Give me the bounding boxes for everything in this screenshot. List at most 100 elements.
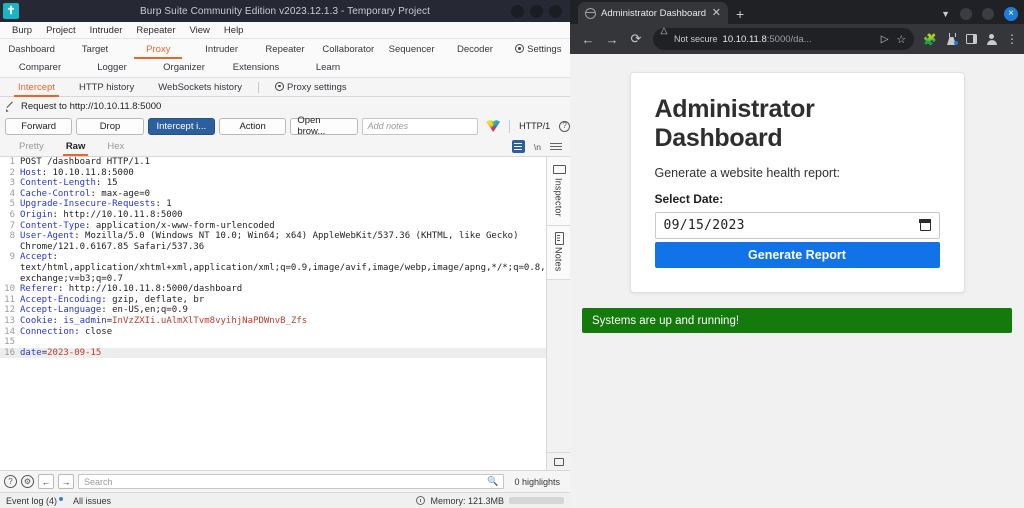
intercept-toggle-button[interactable]: Intercept i...	[147, 117, 215, 135]
tab-settings-label: Settings	[527, 44, 562, 55]
format-doc-icon[interactable]	[511, 140, 525, 153]
tab-learn[interactable]: Learn	[292, 59, 364, 77]
side-panel-icon[interactable]	[966, 34, 977, 44]
burp-maximize-button[interactable]	[530, 4, 543, 18]
add-notes-input[interactable]: Add notes	[361, 117, 479, 135]
request-line: 12 Accept-Language: en-US,en;q=0.9	[0, 305, 546, 316]
raw-request-editor[interactable]: 1 POST /dashboard HTTP/1.1 2 Host: 10.10.11…	[0, 157, 546, 470]
request-line-text: Connection: close	[20, 326, 113, 337]
sidetab-notes[interactable]: Notes	[547, 225, 570, 281]
request-line: 15	[0, 337, 546, 348]
sidetab-inspector[interactable]: Inspector	[547, 157, 570, 226]
minimize-button[interactable]	[960, 8, 972, 20]
line-number: 16	[4, 347, 15, 358]
chrome-toolbar: ← → ⟳ Not secure 10.10.11.8:5000/da... ▷…	[570, 24, 1024, 54]
share-icon[interactable]: ▷	[881, 34, 889, 45]
tab-decoder[interactable]: Decoder	[443, 41, 506, 59]
subtab-intercept[interactable]: Intercept	[6, 78, 67, 97]
close-icon[interactable]: ✕	[712, 7, 721, 19]
tab-proxy[interactable]: Proxy	[127, 41, 190, 59]
search-input[interactable]: Search 🔍	[78, 474, 505, 489]
tab-target[interactable]: Target	[63, 41, 126, 59]
close-window-button[interactable]: ×	[1004, 7, 1018, 21]
status-banner: Systems are up and running!	[582, 308, 1012, 333]
event-log-label: Event log (4)	[6, 495, 58, 506]
tab-dashboard[interactable]: Dashboard	[0, 41, 63, 59]
view-tab-hex[interactable]: Hex	[96, 137, 135, 156]
reload-icon[interactable]: ⟳	[624, 27, 648, 51]
tab-sequencer[interactable]: Sequencer	[380, 41, 443, 59]
kebab-menu-icon[interactable]: ⋮	[1006, 33, 1018, 45]
line-number: 9	[9, 252, 15, 263]
all-issues-link[interactable]: All issues	[73, 496, 111, 506]
tab-organizer[interactable]: Organizer	[148, 59, 220, 77]
flask-icon[interactable]	[946, 33, 958, 45]
view-tab-raw[interactable]: Raw	[55, 137, 97, 156]
subtab-http-history[interactable]: HTTP history	[67, 78, 146, 97]
forward-button[interactable]: Forward	[5, 117, 73, 135]
menu-item-help[interactable]: Help	[217, 22, 251, 39]
tab-settings[interactable]: Settings	[507, 41, 570, 59]
tab-collaborator[interactable]: Collaborator	[317, 41, 380, 59]
puzzle-icon[interactable]: 🧩	[923, 33, 937, 46]
tab-intruder[interactable]: Intruder	[190, 41, 253, 59]
generate-report-button[interactable]: Generate Report	[654, 242, 940, 268]
print-button[interactable]	[547, 452, 570, 470]
menu-item-intruder[interactable]: Intruder	[83, 22, 130, 39]
help-icon[interactable]: ?	[559, 120, 570, 132]
tab-extensions[interactable]: Extensions	[220, 59, 292, 77]
tab-logger[interactable]: Logger	[76, 59, 148, 77]
request-line: 7 Content-Type: application/x-www-form-ur…	[0, 221, 546, 232]
date-input[interactable]: 09/15/2023	[654, 212, 940, 239]
address-bar[interactable]: Not secure 10.10.11.8:5000/da... ▷ ☆	[653, 26, 915, 50]
burp-minimize-button[interactable]	[511, 4, 524, 18]
menu-item-view[interactable]: View	[183, 22, 217, 39]
search-help-icon[interactable]: ?	[4, 475, 17, 488]
tab-comparer[interactable]: Comparer	[4, 59, 76, 77]
drop-button[interactable]: Drop	[76, 117, 144, 135]
open-browser-button[interactable]: Open brow...	[290, 115, 358, 137]
sidetab-inspector-label: Inspector	[553, 178, 564, 217]
wrap-lines-icon[interactable]	[550, 142, 562, 152]
menu-item-project[interactable]: Project	[39, 22, 83, 39]
menu-item-repeater[interactable]: Repeater	[129, 22, 182, 39]
forward-arrow-icon[interactable]: →	[600, 27, 624, 51]
menu-item-burp[interactable]: Burp	[5, 22, 39, 39]
back-arrow-icon[interactable]: ←	[576, 27, 600, 51]
highlight-color-icon[interactable]	[486, 120, 501, 132]
request-line-text: Cookie: is_admin=InVzZXIi.uAlmXlTvm8vyih…	[20, 315, 308, 326]
line-number: 4	[9, 188, 15, 199]
avatar-icon[interactable]	[986, 33, 997, 45]
gear-icon	[515, 44, 525, 53]
action-button[interactable]: Action	[218, 117, 287, 135]
request-line-text: Accept-Encoding: gzip, deflate, br	[20, 294, 205, 305]
search-prev-button[interactable]: ←	[38, 474, 54, 489]
search-next-button[interactable]: →	[58, 474, 74, 489]
event-log-indicator-icon	[59, 496, 64, 501]
chevron-down-icon[interactable]: ▼	[941, 9, 950, 19]
browser-tab-administrator-dashboard[interactable]: Administrator Dashboard ✕	[578, 2, 728, 24]
subtab-proxy-settings[interactable]: Proxy settings	[263, 78, 359, 97]
tab-repeater[interactable]: Repeater	[253, 41, 316, 59]
burp-menubar: Burp Project Intruder Repeater View Help	[0, 22, 570, 39]
search-settings-icon[interactable]: ⚙	[21, 475, 34, 488]
maximize-button[interactable]	[982, 8, 994, 20]
subtab-websockets-history[interactable]: WebSockets history	[146, 78, 254, 97]
burp-logo-icon: ✝	[3, 3, 19, 19]
new-tab-button[interactable]: +	[736, 7, 744, 24]
request-line-text: POST /dashboard HTTP/1.1	[20, 157, 151, 167]
newline-icon[interactable]: \n	[534, 142, 541, 152]
burp-close-button[interactable]	[549, 4, 562, 18]
view-tab-pretty[interactable]: Pretty	[8, 137, 55, 156]
clock-icon	[416, 496, 426, 505]
calendar-icon[interactable]	[918, 219, 932, 231]
event-log-link[interactable]: Event log (4)	[6, 495, 64, 506]
burp-titlebar: ✝ Burp Suite Community Edition v2023.12.…	[0, 0, 570, 22]
http-version-label[interactable]: HTTP/1	[519, 121, 550, 131]
proxy-sub-tabs: Intercept HTTP history WebSockets histor…	[0, 78, 570, 97]
star-icon[interactable]: ☆	[896, 33, 906, 46]
burp-window-controls[interactable]	[511, 4, 570, 18]
burp-right-side-tabs: Inspector Notes	[546, 157, 570, 470]
security-status-label: Not secure	[674, 34, 718, 44]
url-host: 10.10.11.8	[722, 33, 767, 45]
